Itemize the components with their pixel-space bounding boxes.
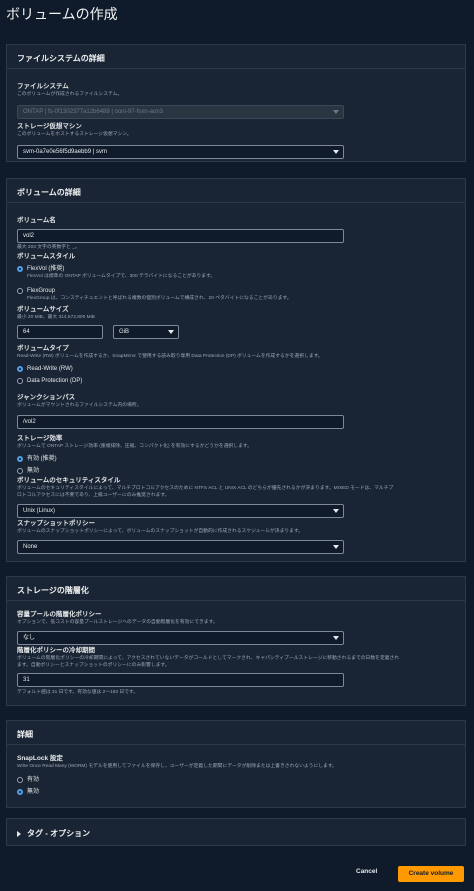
size-unit-select[interactable]: GiB bbox=[113, 325, 179, 339]
size-unit-value: GiB bbox=[119, 329, 130, 335]
security-style-select[interactable]: Unix (Linux) bbox=[17, 504, 344, 518]
flexgroup-label: FlexGroup bbox=[27, 288, 56, 294]
radio-efficiency-enabled[interactable] bbox=[17, 456, 23, 462]
details-header: 詳細 bbox=[7, 721, 465, 745]
volume-details-panel: ボリュームの詳細 ボリューム名 vol2 最大 203 文字の英数字と _。 ボ… bbox=[6, 178, 466, 562]
tiering-policy-value: なし bbox=[23, 635, 36, 641]
svm-desc: このボリュームをホストするストレージ仮想マシン。 bbox=[17, 132, 132, 137]
snaplock-option-enabled[interactable]: 有効 bbox=[17, 776, 39, 784]
flexvol-desc: FlexVol は標準の ONTAP ボリュームタイプで、300 テラバイトにな… bbox=[27, 274, 216, 279]
volume-style-label: ボリュームスタイル bbox=[17, 253, 76, 260]
filesystem-desc: このボリュームが作成されるファイルシステム。 bbox=[17, 92, 123, 97]
snaplock-option-disabled[interactable]: 無効 bbox=[17, 788, 39, 796]
snapshot-policy-select[interactable]: None bbox=[17, 540, 344, 554]
style-option-flexvol[interactable]: FlexVol (推奨) FlexVol は標準の ONTAP ボリュームタイプ… bbox=[17, 265, 215, 280]
cooling-period-input[interactable]: 31 bbox=[17, 673, 344, 687]
volume-details-header: ボリュームの詳細 bbox=[7, 179, 465, 203]
junction-path-label: ジャンクションパス bbox=[17, 394, 76, 401]
radio-snaplock-enabled[interactable] bbox=[17, 777, 23, 783]
chevron-down-icon bbox=[333, 110, 339, 114]
tiering-policy-select[interactable]: なし bbox=[17, 631, 344, 645]
chevron-down-icon bbox=[168, 330, 174, 334]
rw-label: Read-Write (RW) bbox=[27, 366, 73, 372]
radio-rw[interactable] bbox=[17, 366, 23, 372]
storage-tiering-header: ストレージの階層化 bbox=[7, 577, 465, 601]
flexgroup-desc: FlexGroup は、コンスティチュエントと呼ばれる複数の個別ボリュームで構成… bbox=[27, 296, 292, 301]
snaplock-enabled-label: 有効 bbox=[27, 777, 40, 783]
snaplock-label: SnapLock 設定 bbox=[17, 755, 63, 762]
storage-efficiency-label: ストレージ効率 bbox=[17, 435, 63, 442]
efficiency-enabled-label: 有効 (推奨) bbox=[27, 456, 57, 462]
radio-flexgroup[interactable] bbox=[17, 288, 23, 294]
details-panel: 詳細 SnapLock 設定 Write Once Read Many (WOR… bbox=[6, 720, 466, 808]
caret-right-icon bbox=[17, 830, 21, 837]
tiering-policy-label: 容量プールの階層化ポリシー bbox=[17, 611, 102, 618]
snapshot-policy-value: None bbox=[23, 544, 38, 550]
radio-efficiency-disabled[interactable] bbox=[17, 468, 23, 474]
chevron-down-icon bbox=[333, 545, 339, 549]
snapshot-policy-desc: ボリュームのスナップショットポリシーによって、ボリュームのスナップショットが自動… bbox=[17, 529, 304, 534]
page-title: ボリュームの作成 bbox=[6, 6, 118, 22]
volume-name-input[interactable]: vol2 bbox=[17, 229, 344, 243]
volume-name-hint: 最大 203 文字の英数字と _。 bbox=[17, 245, 80, 250]
storage-efficiency-desc: ボリュームで ONTAP ストレージ効率 (重複排除、圧縮、コンパクト化) を有… bbox=[17, 444, 253, 449]
volume-type-label: ボリュームタイプ bbox=[17, 345, 69, 352]
radio-snaplock-disabled[interactable] bbox=[17, 789, 23, 795]
cooling-period-desc-1: ボリュームの階層化ポリシーの冷却期間によって、アクセスされていないデータがコール… bbox=[17, 656, 400, 661]
snaplock-disabled-label: 無効 bbox=[27, 789, 40, 795]
svm-label: ストレージ仮想マシン bbox=[17, 123, 82, 130]
junction-path-desc: ボリュームがマウントされるファイルシステム内の場所。 bbox=[17, 403, 142, 408]
security-style-label: ボリュームのセキュリティスタイル bbox=[17, 477, 121, 484]
filesystem-value: ONTAP | fs-0f1302377a12b6488 | ooni-97-f… bbox=[23, 109, 163, 115]
snaplock-desc: Write Once Read Many (WORM) モデルを使用してファイル… bbox=[17, 764, 337, 769]
filesystem-select: ONTAP | fs-0f1302377a12b6488 | ooni-97-f… bbox=[17, 105, 344, 119]
cooling-period-label: 階層化ポリシーの冷却期間 bbox=[17, 647, 95, 654]
security-style-desc-2: ロトコルアクセスには不要であり、上級ユーザーにのみ推奨されます。 bbox=[17, 493, 170, 498]
volume-size-desc: 最小 20 MiB、最大 314,572,800 MiB bbox=[17, 315, 95, 320]
chevron-down-icon bbox=[333, 509, 339, 513]
efficiency-option-disabled[interactable]: 無効 bbox=[17, 467, 39, 475]
create-volume-button[interactable]: Create volume bbox=[398, 866, 464, 882]
volume-type-desc: Read-Write (RW) ボリュームを作成するか、SnapMirror で… bbox=[17, 354, 323, 359]
storage-tiering-panel: ストレージの階層化 容量プールの階層化ポリシー オプションで、低コストの容量プー… bbox=[6, 576, 466, 706]
radio-dp[interactable] bbox=[17, 378, 23, 384]
efficiency-disabled-label: 無効 bbox=[27, 468, 40, 474]
junction-path-input[interactable]: /vol2 bbox=[17, 415, 344, 429]
tags-panel[interactable]: タグ - オプション bbox=[6, 818, 466, 846]
efficiency-option-enabled[interactable]: 有効 (推奨) bbox=[17, 455, 57, 463]
chevron-down-icon bbox=[333, 150, 339, 154]
filesystem-label: ファイルシステム bbox=[17, 83, 69, 90]
type-option-dp[interactable]: Data Protection (DP) bbox=[17, 377, 82, 385]
cancel-button[interactable]: Cancel bbox=[356, 868, 377, 875]
type-option-rw[interactable]: Read-Write (RW) bbox=[17, 365, 73, 373]
security-style-value: Unix (Linux) bbox=[23, 508, 56, 514]
chevron-down-icon bbox=[333, 636, 339, 640]
filesystem-details-header: ファイルシステムの詳細 bbox=[7, 45, 465, 69]
cooling-period-hint: デフォルト値は 31 日です。有効な値は 2～183 日です。 bbox=[17, 690, 139, 695]
volume-size-label: ボリュームサイズ bbox=[17, 306, 69, 313]
radio-flexvol[interactable] bbox=[17, 266, 23, 272]
cooling-period-desc-2: ます。自動ポリシーとスナップショットのポリシーにのみ影響します。 bbox=[17, 663, 170, 668]
svm-select[interactable]: svm-0a7e0e56f5d9aebb9 | svm bbox=[17, 145, 344, 159]
snapshot-policy-label: スナップショットポリシー bbox=[17, 520, 95, 527]
flexvol-label: FlexVol (推奨) bbox=[27, 266, 65, 272]
tags-expander[interactable]: タグ - オプション bbox=[7, 819, 465, 848]
volume-name-label: ボリューム名 bbox=[17, 217, 56, 224]
security-style-desc-1: ボリュームのセキュリティスタイルによって、マルチプロトコルアクセスのために NT… bbox=[17, 486, 394, 491]
style-option-flexgroup[interactable]: FlexGroup FlexGroup は、コンスティチュエントと呼ばれる複数の… bbox=[17, 287, 292, 302]
svm-value: svm-0a7e0e56f5d9aebb9 | svm bbox=[23, 149, 107, 155]
tags-label: タグ - オプション bbox=[27, 829, 91, 838]
volume-size-input[interactable]: 64 bbox=[17, 325, 103, 339]
filesystem-details-panel: ファイルシステムの詳細 ファイルシステム このボリュームが作成されるファイルシス… bbox=[6, 44, 466, 162]
dp-label: Data Protection (DP) bbox=[27, 378, 83, 384]
tiering-policy-desc: オプションで、低コストの容量プールストレージへのデータの自動階層化を有効にできま… bbox=[17, 620, 218, 625]
